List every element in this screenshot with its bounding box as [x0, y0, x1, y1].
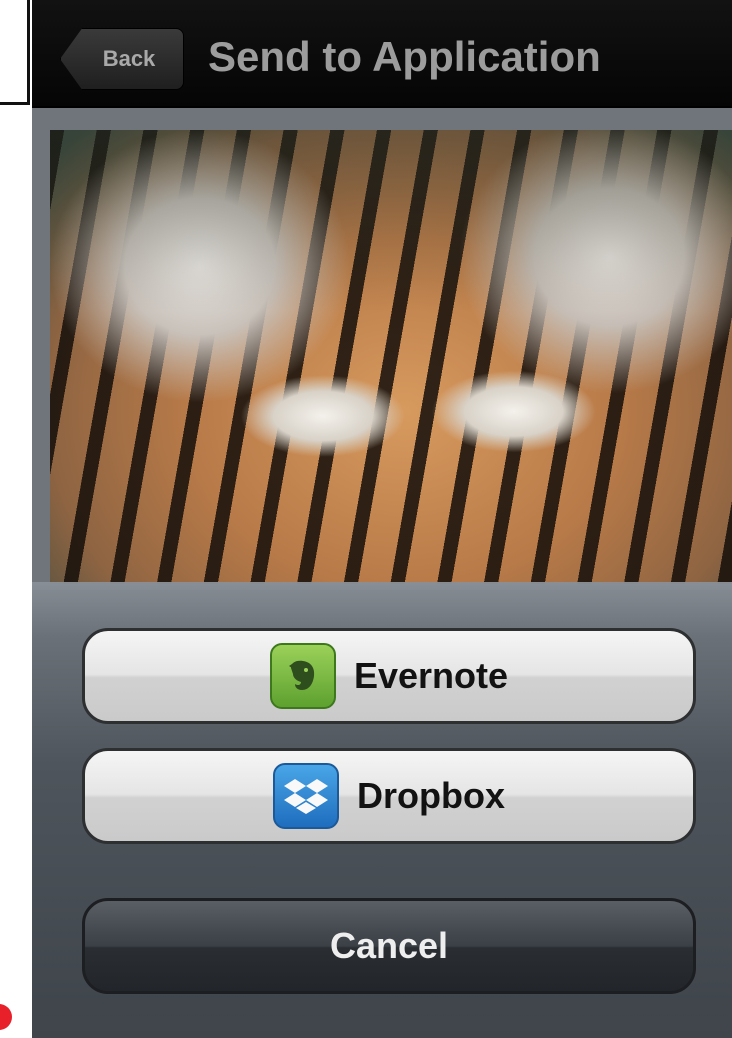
back-button[interactable]: Back	[60, 28, 184, 90]
dropbox-button[interactable]: Dropbox	[82, 748, 696, 844]
cancel-label: Cancel	[329, 925, 449, 966]
evernote-elephant-icon	[269, 643, 336, 709]
evernote-button[interactable]: Evernote	[82, 628, 696, 724]
tiger-photo	[50, 130, 732, 584]
phone-screen: Back Send to Application Evernote Dropbo…	[32, 0, 732, 1038]
stage: Back Send to Application Evernote Dropbo…	[0, 0, 732, 1038]
cancel-button[interactable]: Cancel	[82, 898, 696, 994]
red-dot	[0, 1004, 12, 1030]
evernote-label: Evernote	[353, 655, 509, 696]
page-title: Send to Application	[208, 33, 601, 80]
dropbox-box-icon	[273, 763, 339, 829]
action-sheet: Evernote Dropbox Cancel	[32, 582, 732, 1038]
back-button-label: Back	[102, 46, 156, 71]
photo-container	[32, 108, 732, 590]
navigation-bar: Back Send to Application	[32, 0, 732, 108]
left-edge-frame	[0, 0, 30, 105]
photo-overlay	[50, 130, 732, 584]
dropbox-label: Dropbox	[357, 775, 505, 816]
